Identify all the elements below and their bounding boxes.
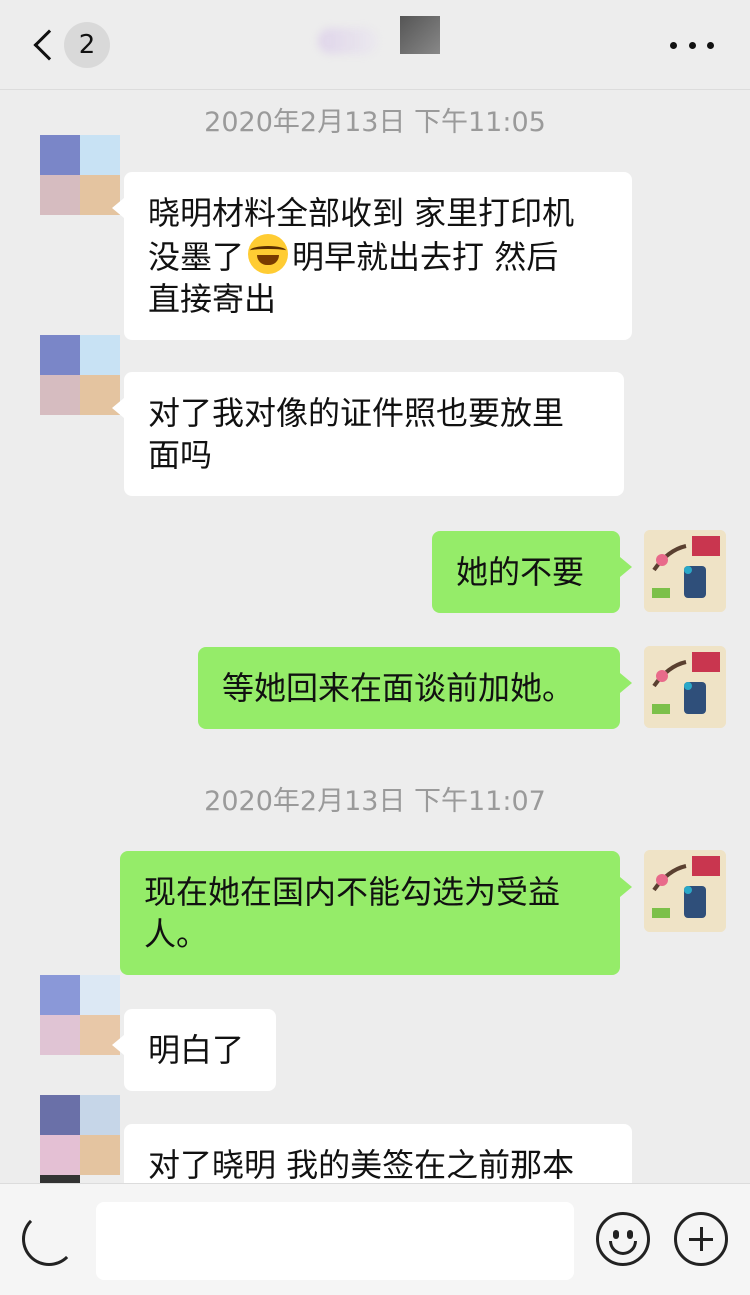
message-line: 等她回来在面谈前加她。 — [222, 669, 575, 707]
my-avatar[interactable] — [644, 646, 726, 728]
chat-title-redaction — [400, 16, 440, 54]
message-line: 人。 — [144, 915, 209, 953]
message-line: 直接寄出 — [148, 280, 277, 318]
message-bubble-outgoing[interactable]: 等她回来在面谈前加她。 — [198, 647, 632, 729]
my-avatar[interactable] — [644, 530, 726, 612]
chat-header: 2 — [0, 0, 750, 90]
message-fragment: 没墨了 — [148, 238, 245, 276]
avatar[interactable] — [40, 135, 120, 215]
message-line: 明白了 — [148, 1031, 245, 1069]
message-bubble-incoming[interactable]: 对了晓明 我的美签在之前那本 — [124, 1124, 632, 1184]
laughing-emoji-icon — [248, 234, 289, 274]
message-fragment: 明早就出去打 然后 — [292, 238, 559, 276]
message-line: 现在她在国内不能勾选为受益 — [144, 873, 561, 911]
input-bar — [0, 1183, 750, 1295]
emoji-icon[interactable] — [596, 1212, 650, 1266]
message-line: 没墨了 明早就出去打 然后 — [148, 234, 608, 278]
message-input[interactable] — [96, 1202, 574, 1280]
message-line: 对了晓明 我的美签在之前那本 — [148, 1146, 575, 1184]
message-timestamp: 2020年2月13日 下午11:07 — [204, 786, 546, 817]
chat-title-blurred — [318, 28, 378, 54]
message-line: 面吗 — [148, 436, 213, 474]
voice-icon[interactable] — [22, 1212, 76, 1266]
more-dots-icon[interactable] — [662, 28, 722, 62]
message-timestamp: 2020年2月13日 下午11:05 — [204, 107, 546, 138]
message-bubble-incoming[interactable]: 明白了 — [112, 1009, 276, 1091]
chevron-left-icon — [33, 29, 65, 61]
message-bubble-outgoing[interactable]: 现在她在国内不能勾选为受益 人。 — [120, 851, 632, 975]
avatar[interactable] — [40, 335, 120, 415]
back-button[interactable]: 2 — [28, 22, 118, 68]
message-line: 晓明材料全部收到 家里打印机 — [148, 194, 575, 232]
unread-count-badge: 2 — [64, 22, 110, 68]
my-avatar[interactable] — [644, 850, 726, 932]
plus-icon[interactable] — [674, 1212, 728, 1266]
message-line: 对了我对像的证件照也要放里 — [148, 394, 565, 432]
avatar[interactable] — [40, 975, 120, 1055]
message-bubble-outgoing[interactable]: 她的不要 — [432, 531, 632, 613]
message-line: 她的不要 — [456, 553, 585, 591]
message-bubble-incoming[interactable]: 晓明材料全部收到 家里打印机 没墨了 明早就出去打 然后 直接寄出 — [112, 172, 632, 340]
message-bubble-incoming[interactable]: 对了我对像的证件照也要放里 面吗 — [112, 372, 624, 496]
